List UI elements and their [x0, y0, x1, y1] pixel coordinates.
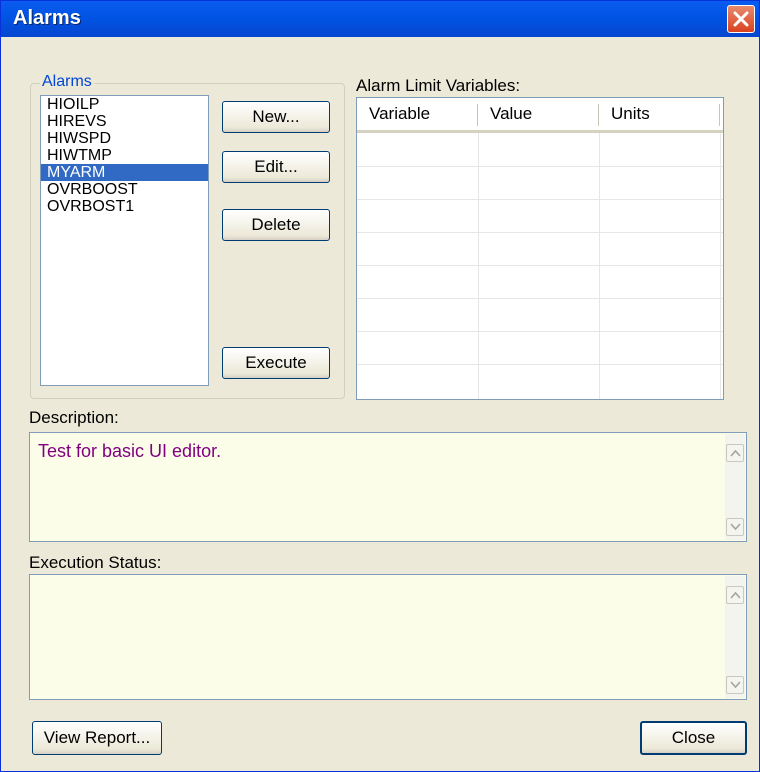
chevron-up-icon [730, 591, 741, 599]
window-title: Alarms [13, 7, 81, 29]
column-divider[interactable] [719, 104, 720, 126]
new-button[interactable]: New... [222, 101, 330, 133]
close-button[interactable]: Close [640, 721, 747, 755]
delete-button[interactable]: Delete [222, 209, 330, 241]
column-divider[interactable] [477, 104, 478, 126]
column-header-units[interactable]: Units [599, 98, 719, 130]
list-item-selected[interactable]: MYARM [41, 164, 208, 181]
list-item[interactable]: OVRBOOST [41, 181, 208, 198]
alarms-listbox[interactable]: HIOILP HIREVS HIWSPD HIWTMP MYARM OVRBOO… [40, 95, 209, 386]
grid-line [599, 133, 600, 399]
execute-button[interactable]: Execute [222, 347, 330, 379]
title-bar[interactable]: Alarms [1, 1, 759, 37]
list-item[interactable]: HIREVS [41, 113, 208, 130]
scroll-down-button[interactable] [726, 518, 744, 536]
chevron-down-icon [730, 523, 741, 531]
grid-line [357, 265, 723, 266]
description-textarea[interactable]: Test for basic UI editor. [29, 432, 747, 542]
list-item[interactable]: HIWSPD [41, 130, 208, 147]
view-report-button[interactable]: View Report... [32, 721, 162, 755]
description-scrollbar[interactable] [725, 434, 745, 540]
column-divider[interactable] [598, 104, 599, 126]
edit-button[interactable]: Edit... [222, 151, 330, 183]
list-item[interactable]: HIOILP [41, 96, 208, 113]
grid-line [357, 199, 723, 200]
list-item[interactable]: HIWTMP [41, 147, 208, 164]
chevron-up-icon [730, 449, 741, 457]
grid-line [357, 298, 723, 299]
chevron-down-icon [730, 681, 741, 689]
alarm-limit-variables-label: Alarm Limit Variables: [356, 76, 521, 95]
table-header: Variable Value Units [357, 98, 723, 133]
column-header-variable[interactable]: Variable [357, 98, 477, 130]
list-item[interactable]: OVRBOST1 [41, 198, 208, 215]
scroll-up-button[interactable] [726, 586, 744, 604]
grid-line [357, 232, 723, 233]
scroll-down-button[interactable] [726, 676, 744, 694]
description-label: Description: [29, 408, 119, 427]
alarms-dialog: Alarms Alarms HIOILP HIREVS HIWSPD HIWTM… [0, 0, 760, 772]
close-icon [733, 11, 749, 27]
grid-line [357, 364, 723, 365]
alarm-limit-variables-table[interactable]: Variable Value Units [356, 97, 724, 400]
description-text: Test for basic UI editor. [38, 441, 222, 461]
grid-line [478, 133, 479, 399]
grid-line [357, 166, 723, 167]
grid-line [357, 331, 723, 332]
scroll-up-button[interactable] [726, 444, 744, 462]
execution-status-textarea[interactable] [29, 574, 747, 700]
window-close-button[interactable] [727, 5, 755, 33]
alarms-group-label: Alarms [40, 73, 94, 91]
grid-line [720, 133, 721, 399]
execution-status-label: Execution Status: [29, 553, 162, 572]
execution-scrollbar[interactable] [725, 576, 745, 698]
column-header-value[interactable]: Value [478, 98, 598, 130]
